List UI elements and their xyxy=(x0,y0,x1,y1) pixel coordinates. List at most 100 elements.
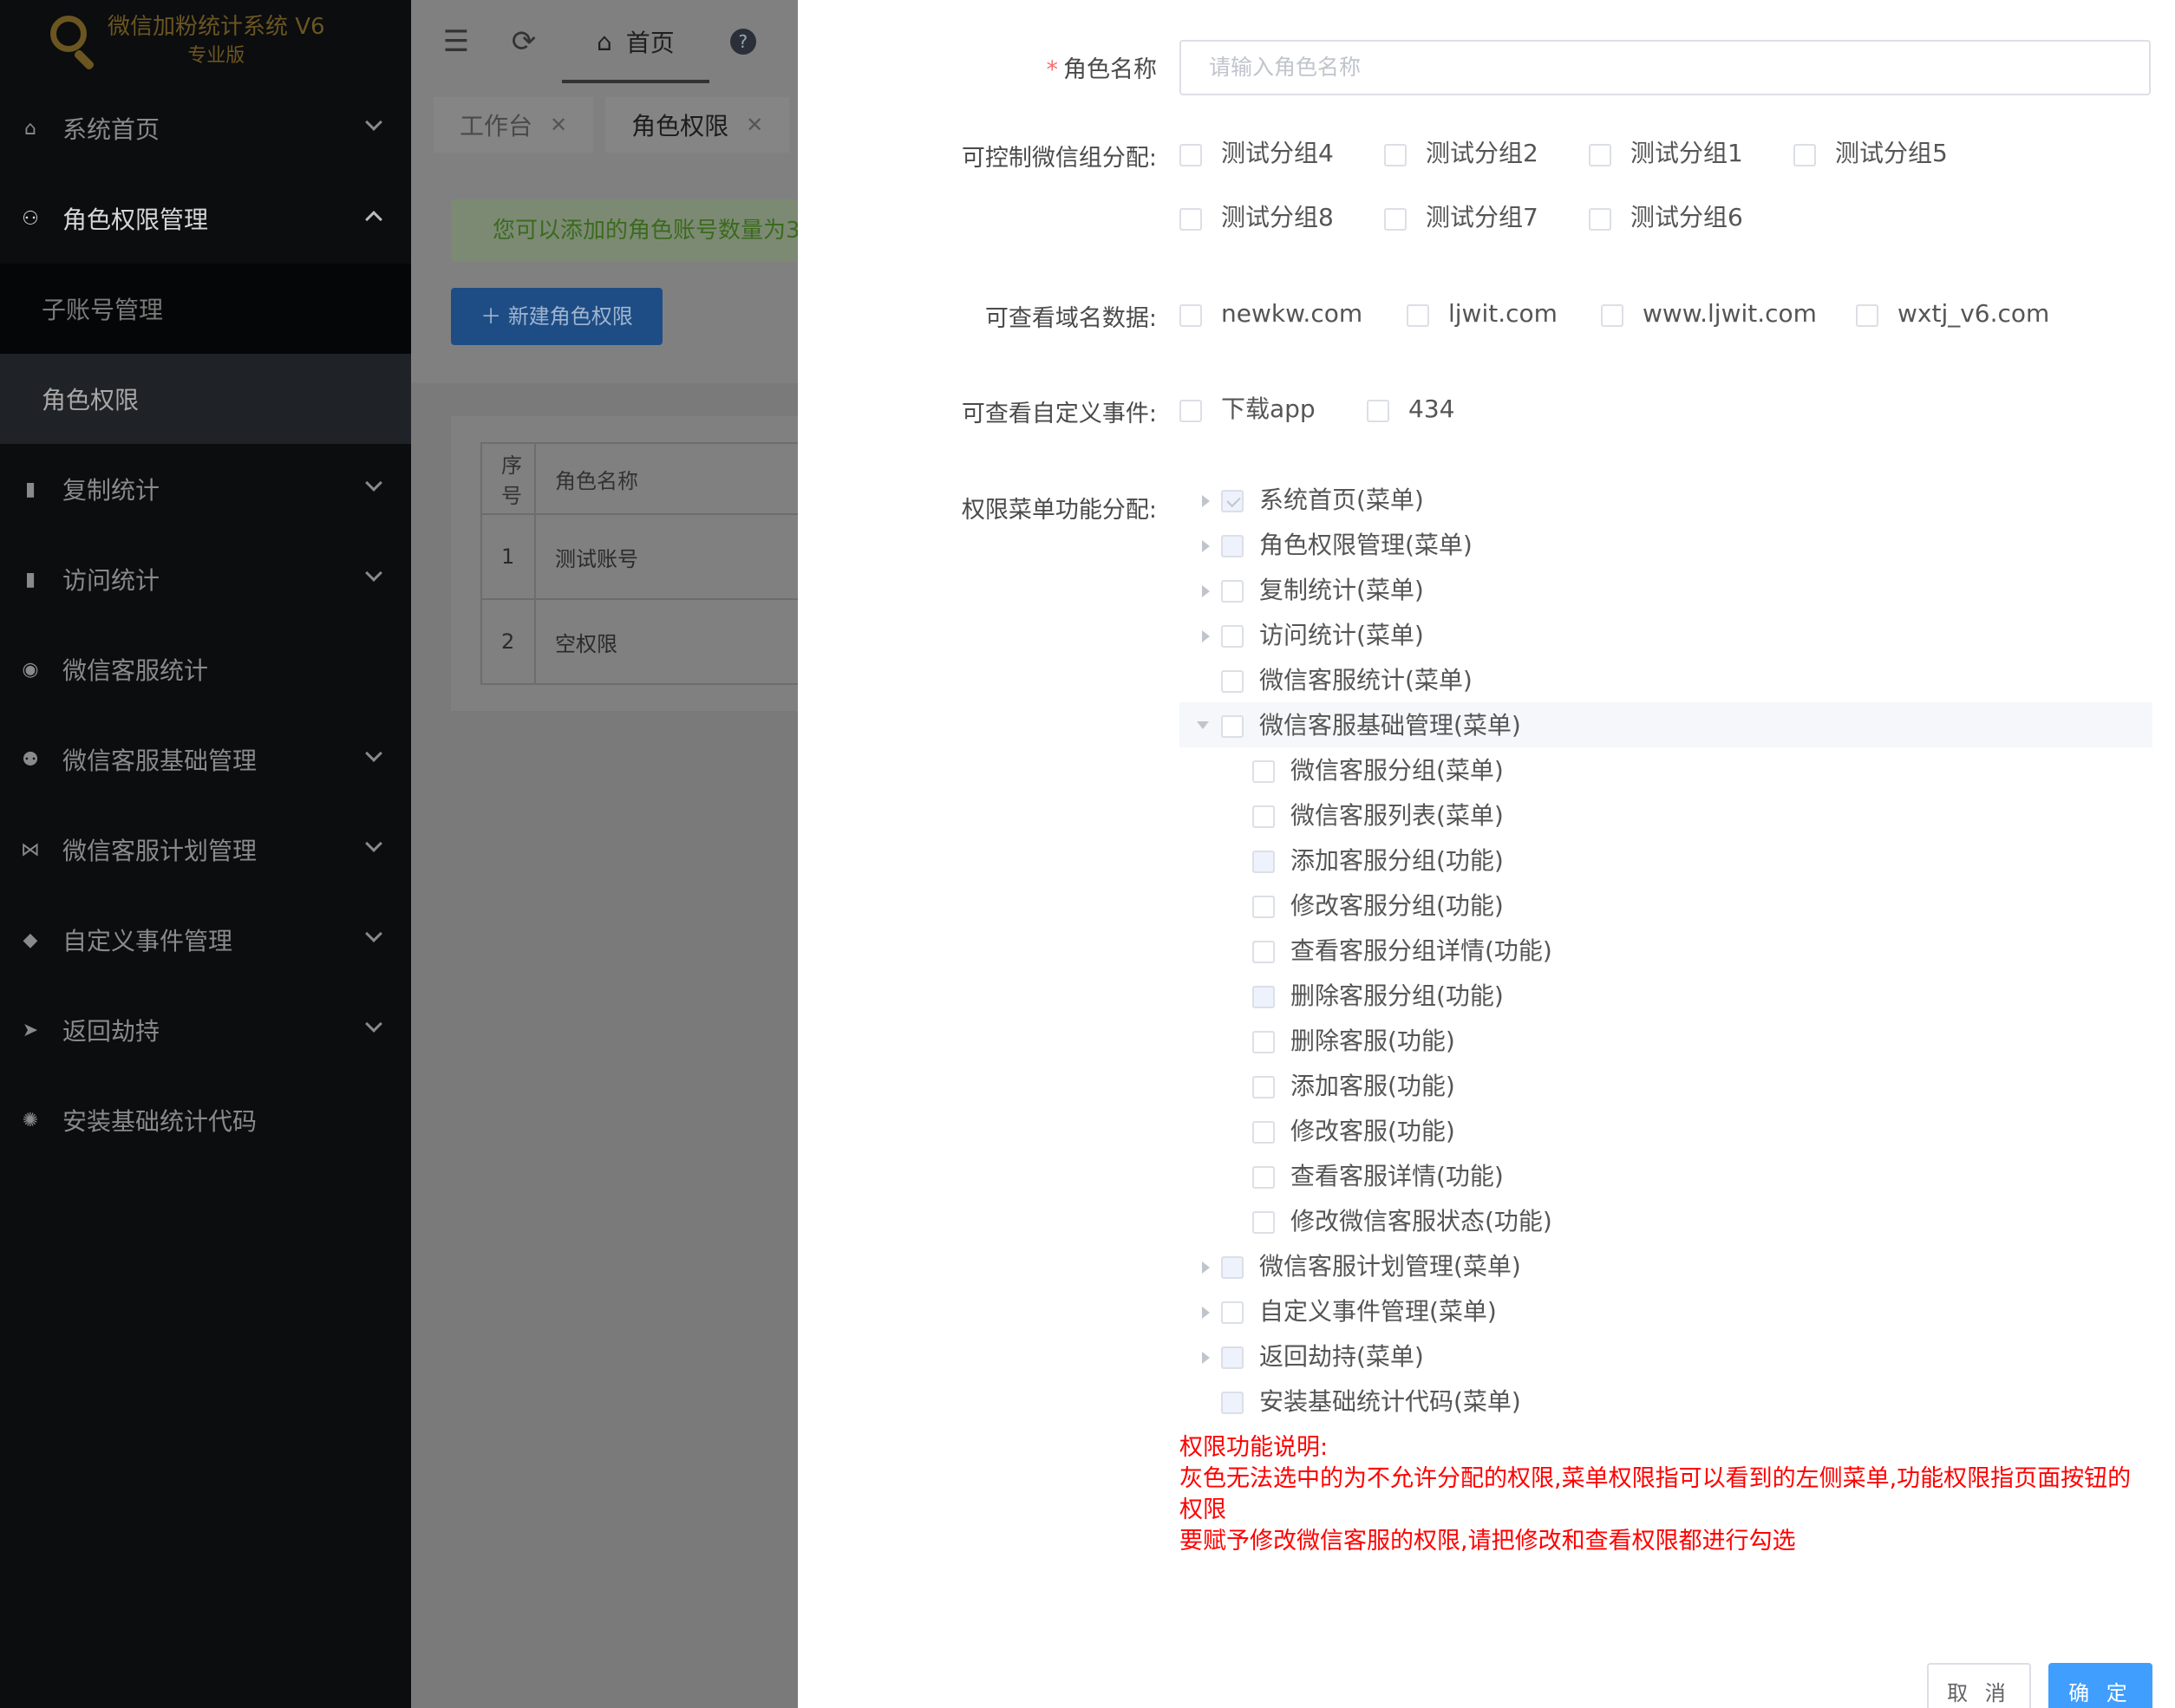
close-icon[interactable]: ✕ xyxy=(550,113,567,137)
expand-arrow-icon[interactable] xyxy=(1202,1261,1210,1274)
domain-checkbox[interactable] xyxy=(1856,304,1878,327)
sidebar-item-visit-stats[interactable]: ▮ 访问统计 xyxy=(0,534,411,624)
tree-checkbox[interactable] xyxy=(1252,1211,1275,1234)
new-role-button[interactable]: ＋ 新建角色权限 xyxy=(451,288,663,345)
sidebar-item-copy-stats[interactable]: ▮ 复制统计 xyxy=(0,444,411,534)
bar-chart-icon: ▮ xyxy=(24,568,36,590)
tree-checkbox[interactable] xyxy=(1252,805,1275,828)
sidebar-item-role-permission[interactable]: 角色权限 xyxy=(0,354,411,444)
tree-checkbox xyxy=(1252,986,1275,1008)
tree-node-label: 微信客服分组(菜单) xyxy=(1290,756,1504,785)
tree-node-label: 修改客服分组(功能) xyxy=(1290,891,1504,920)
sidebar-item-home[interactable]: ⌂ 系统首页 xyxy=(0,83,411,173)
box-icon: ◆ xyxy=(23,929,38,951)
menu-permission-label: 权限菜单功能分配: xyxy=(961,497,1157,524)
tag-workbench[interactable]: 工作台 ✕ xyxy=(434,97,594,153)
tree-checkbox xyxy=(1221,1256,1244,1279)
sidebar-item-wechat-service-stats[interactable]: ◉ 微信客服统计 xyxy=(0,624,411,714)
expand-arrow-icon[interactable] xyxy=(1202,1352,1210,1364)
tree-checkbox xyxy=(1221,490,1244,512)
sidebar-item-custom-events[interactable]: ◆ 自定义事件管理 xyxy=(0,895,411,985)
sidebar-item-label: 访问统计 xyxy=(62,566,160,595)
tree-checkbox[interactable] xyxy=(1221,580,1244,603)
domain-checkbox[interactable] xyxy=(1407,304,1429,327)
expand-arrow-icon[interactable] xyxy=(1202,585,1210,597)
group-checkbox[interactable] xyxy=(1793,144,1816,166)
tab-home-label: 首页 xyxy=(625,29,675,57)
table-cell: 1 xyxy=(480,513,536,600)
confirm-button[interactable]: 确 定 xyxy=(2048,1663,2152,1708)
help-icon[interactable]: ? xyxy=(729,29,756,55)
group-checkbox[interactable] xyxy=(1179,208,1202,231)
users-icon: ⚉ xyxy=(22,748,39,771)
tab-home[interactable]: ⌂ 首页 xyxy=(562,0,709,83)
tree-checkbox[interactable] xyxy=(1252,1166,1275,1189)
role-name-input[interactable]: 请输入角色名称 xyxy=(1179,40,2151,95)
tree-node-label: 查看客服详情(功能) xyxy=(1290,1162,1504,1190)
domain-checkbox[interactable] xyxy=(1601,304,1623,327)
tree-checkbox xyxy=(1252,851,1275,873)
magnifier-logo-icon xyxy=(45,14,101,71)
sidebar-item-label: 复制统计 xyxy=(62,476,160,505)
group-checkbox[interactable] xyxy=(1384,144,1407,166)
chevron-down-icon xyxy=(365,564,382,582)
sidebar-item-install-code[interactable]: ✺ 安装基础统计代码 xyxy=(0,1075,411,1165)
send-icon: ➤ xyxy=(22,1019,39,1041)
group-assign-label: 可控制微信组分配: xyxy=(961,145,1157,172)
tree-checkbox[interactable] xyxy=(1221,1301,1244,1324)
sidebar-item-wechat-service-plan[interactable]: ⋈ 微信客服计划管理 xyxy=(0,805,411,895)
sidebar-item-label: 角色权限管理 xyxy=(62,205,209,234)
group-checkbox-label: 测试分组1 xyxy=(1630,139,1743,167)
sidebar-item-label: 微信客服统计 xyxy=(62,656,209,685)
sidebar-item-sub-accounts[interactable]: 子账号管理 xyxy=(0,264,411,354)
menu-fold-icon[interactable]: ☰ xyxy=(434,24,479,59)
tree-checkbox[interactable] xyxy=(1221,715,1244,738)
group-checkbox-label: 测试分组5 xyxy=(1835,139,1948,167)
expand-arrow-icon[interactable] xyxy=(1202,540,1210,552)
group-checkbox-label: 测试分组8 xyxy=(1221,203,1334,231)
tree-checkbox[interactable] xyxy=(1221,625,1244,648)
tag-role-permission[interactable]: 角色权限 ✕ xyxy=(605,97,790,153)
expand-arrow-icon[interactable] xyxy=(1202,495,1210,507)
network-icon: ⋈ xyxy=(21,838,40,861)
tree-checkbox[interactable] xyxy=(1221,670,1244,693)
domain-checkbox[interactable] xyxy=(1179,304,1202,327)
tree-checkbox[interactable] xyxy=(1252,1031,1275,1053)
event-checkbox[interactable] xyxy=(1179,400,1202,422)
tree-node-label: 添加客服分组(功能) xyxy=(1290,846,1504,875)
tree-checkbox[interactable] xyxy=(1252,760,1275,783)
event-checkbox[interactable] xyxy=(1367,400,1389,422)
sidebar-item-role-permission-management[interactable]: ⚇ 角色权限管理 xyxy=(0,173,411,264)
group-checkbox[interactable] xyxy=(1179,144,1202,166)
tree-node-label: 添加客服(功能) xyxy=(1290,1072,1455,1100)
close-icon[interactable]: ✕ xyxy=(746,113,763,137)
table-cell: 2 xyxy=(480,598,536,685)
cancel-button[interactable]: 取 消 xyxy=(1927,1663,2031,1708)
tree-node-label: 微信客服列表(菜单) xyxy=(1290,801,1504,830)
tree-checkbox[interactable] xyxy=(1252,896,1275,918)
tree-checkbox[interactable] xyxy=(1252,1121,1275,1144)
group-checkbox[interactable] xyxy=(1589,144,1611,166)
group-checkbox[interactable] xyxy=(1384,208,1407,231)
home-icon: ⌂ xyxy=(24,117,36,140)
role-edit-drawer: * 角色名称 请输入角色名称 可控制微信组分配: 测试分组4 测试分组2 测试分组… xyxy=(798,0,2175,1708)
role-name-label: * 角色名称 xyxy=(1046,56,1158,83)
tree-checkbox[interactable] xyxy=(1252,1076,1275,1098)
sidebar-item-label: 安装基础统计代码 xyxy=(62,1107,258,1136)
domain-checkbox-label: newkw.com xyxy=(1221,299,1363,328)
refresh-icon[interactable]: ⟳ xyxy=(501,24,546,59)
sidebar-item-return-hijack[interactable]: ➤ 返回劫持 xyxy=(0,985,411,1075)
tree-node-label: 修改客服(功能) xyxy=(1290,1117,1455,1145)
sidebar-item-label: 自定义事件管理 xyxy=(62,927,233,955)
expand-arrow-icon[interactable] xyxy=(1202,630,1210,642)
sidebar-item-label: 微信客服计划管理 xyxy=(62,837,258,865)
group-checkbox[interactable] xyxy=(1589,208,1611,231)
permission-note: 权限功能说明: 灰色无法选中的为不允许分配的权限,菜单权限指可以看到的左侧菜单,… xyxy=(1179,1432,2151,1557)
collapse-arrow-icon[interactable] xyxy=(1197,721,1209,729)
tree-node-label: 修改微信客服状态(功能) xyxy=(1290,1207,1552,1235)
tree-checkbox[interactable] xyxy=(1252,941,1275,963)
tag-label: 工作台 xyxy=(460,112,533,140)
expand-arrow-icon[interactable] xyxy=(1202,1307,1210,1319)
user-add-icon: ⚇ xyxy=(22,207,39,230)
sidebar-item-wechat-service-basic[interactable]: ⚉ 微信客服基础管理 xyxy=(0,714,411,805)
